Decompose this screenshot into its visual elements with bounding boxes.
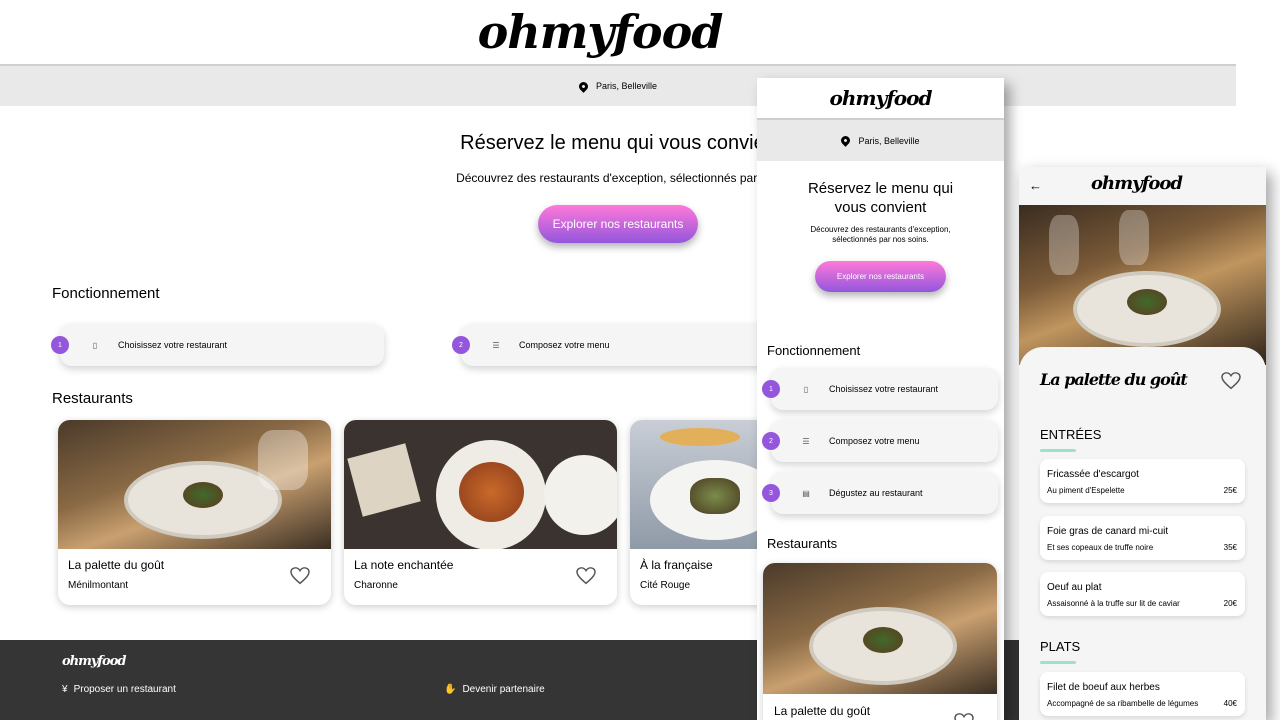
restaurant-hero-photo [1019, 205, 1266, 365]
restaurant-name: La palette du goût [68, 558, 165, 572]
dish-description: Accompagné de sa ribambelle de légumes [1047, 699, 1199, 708]
step-label: Dégustez au restaurant [829, 488, 923, 498]
step-card: 1 ▯ Choisissez votre restaurant [762, 368, 998, 410]
heart-icon[interactable] [290, 567, 310, 585]
restaurant-photo [763, 563, 997, 694]
restaurant-name: La note enchantée [354, 558, 454, 572]
cutlery-icon: ¥ [62, 684, 68, 695]
step-number: 1 [51, 336, 69, 354]
dish-name: Foie gras de canard mi-cuit [1047, 526, 1169, 537]
brand-logo[interactable]: ohmyfood [1091, 173, 1183, 194]
footer-link-partner[interactable]: ✋ Devenir partenaire [444, 684, 545, 695]
menu-section-title: ENTRÉES [1040, 427, 1102, 452]
tablet-view: ohmyfood Paris, Belleville Réservez le m… [757, 78, 1004, 720]
handshake-icon: ✋ [444, 684, 457, 695]
step-label: Choisissez votre restaurant [118, 340, 228, 350]
restaurant-location: Cité Rouge [640, 580, 691, 591]
dish-name: Oeuf au plat [1047, 582, 1102, 593]
restaurant-card[interactable]: La palette du goût Ménilmontant [58, 420, 331, 605]
back-arrow-icon[interactable]: ← [1029, 178, 1042, 193]
step-card: 3 ▤ Dégustez au restaurant [762, 472, 998, 514]
step-card: 1 ▯ Choisissez votre restaurant [51, 324, 384, 366]
hero-subtitle: Découvrez des restaurants d'exception, sé… [810, 225, 951, 244]
footer-link-propose[interactable]: ¥ Proposer un restaurant [62, 684, 176, 695]
footer-link-label: Devenir partenaire [462, 684, 545, 695]
restaurant-name: La palette du goût [1040, 370, 1188, 389]
dish-item[interactable]: Fricassée d'escargot Au piment d'Espelet… [1040, 459, 1245, 503]
dish-item[interactable]: Oeuf au plat Assaisonné à la truffe sur … [1040, 572, 1245, 616]
step-number: 2 [452, 336, 470, 354]
desktop-header: ohmyfood [0, 0, 1236, 64]
how-it-works-title: Fonctionnement [767, 343, 861, 358]
heart-icon[interactable] [1221, 372, 1241, 390]
dish-price: 25€ [1223, 486, 1237, 495]
hero-title: Réservez le menu qui vous convien [460, 132, 776, 154]
dish-item[interactable]: Foie gras de canard mi-cuit Et ses copea… [1040, 516, 1245, 560]
dish-item[interactable]: Filet de boeuf aux herbes Accompagné de … [1040, 672, 1245, 716]
location-bar: Paris, Belleville [0, 64, 1236, 106]
restaurant-card[interactable]: La note enchantée Charonne [344, 420, 617, 605]
list-icon: ☰ [802, 436, 810, 446]
brand-logo[interactable]: ohmyfood [478, 5, 724, 59]
menu-page-view: ← ohmyfood La palette du goût ENTRÉES Fr… [1019, 167, 1266, 720]
store-icon: ▤ [802, 488, 810, 498]
menu-header: ← ohmyfood [1019, 167, 1266, 205]
restaurant-location: Ménilmontant [68, 580, 129, 591]
screenshot-collage: ohmyfood Paris, Belleville Réservez le m… [0, 0, 1280, 720]
explore-restaurants-button[interactable]: Explorer nos restaurants [538, 205, 698, 243]
phone-icon: ▯ [803, 384, 809, 394]
step-card: 2 ☰ Composez votre menu [452, 324, 785, 366]
step-label: Composez votre menu [519, 340, 610, 350]
menu-panel: La palette du goût ENTRÉES Fricassée d'e… [1019, 347, 1266, 720]
dish-price: 40€ [1223, 699, 1237, 708]
restaurant-location: Charonne [354, 580, 398, 591]
hero-section: Réservez le menu qui vous convient Découv… [757, 161, 1004, 292]
step-number: 2 [762, 432, 780, 450]
dish-price: 20€ [1223, 599, 1237, 608]
phone-icon: ▯ [92, 340, 98, 350]
heart-icon[interactable] [576, 567, 596, 585]
step-label: Choisissez votre restaurant [829, 384, 939, 394]
location-pin-icon [839, 134, 853, 147]
restaurant-photo [344, 420, 617, 549]
step-number: 3 [762, 484, 780, 502]
explore-restaurants-button[interactable]: Explorer nos restaurants [815, 261, 946, 292]
tablet-header: ohmyfood [757, 78, 1004, 118]
footer-link-label: Proposer un restaurant [73, 684, 176, 695]
dish-description: Et ses copeaux de truffe noire [1047, 543, 1154, 552]
hero-title: Réservez le menu qui vous convient [807, 180, 954, 216]
step-card: 2 ☰ Composez votre menu [762, 420, 998, 462]
restaurant-photo [58, 420, 331, 549]
heart-icon[interactable] [954, 713, 974, 720]
dish-description: Au piment d'Espelette [1047, 486, 1125, 495]
location-pin-icon [577, 79, 590, 93]
restaurant-name: La palette du goût [774, 704, 871, 718]
dish-description: Assaisonné à la truffe sur lit de caviar [1047, 599, 1180, 608]
brand-logo[interactable]: ohmyfood [830, 86, 933, 110]
location-bar: Paris, Belleville [757, 118, 1004, 161]
step-number: 1 [762, 380, 780, 398]
restaurant-card[interactable]: La palette du goût [763, 563, 997, 720]
restaurants-title: Restaurants [52, 390, 133, 407]
restaurant-name: À la française [640, 558, 713, 572]
dish-name: Filet de boeuf aux herbes [1047, 682, 1160, 693]
dish-price: 35€ [1223, 543, 1237, 552]
menu-section-title: PLATS [1040, 639, 1081, 664]
restaurants-title: Restaurants [767, 536, 838, 551]
step-label: Composez votre menu [829, 436, 920, 446]
dish-name: Fricassée d'escargot [1047, 469, 1139, 480]
list-icon: ☰ [492, 340, 500, 350]
how-it-works-title: Fonctionnement [52, 285, 160, 302]
location-text: Paris, Belleville [858, 135, 920, 146]
footer-logo: ohmyfood [62, 654, 126, 669]
location-text: Paris, Belleville [595, 81, 658, 91]
